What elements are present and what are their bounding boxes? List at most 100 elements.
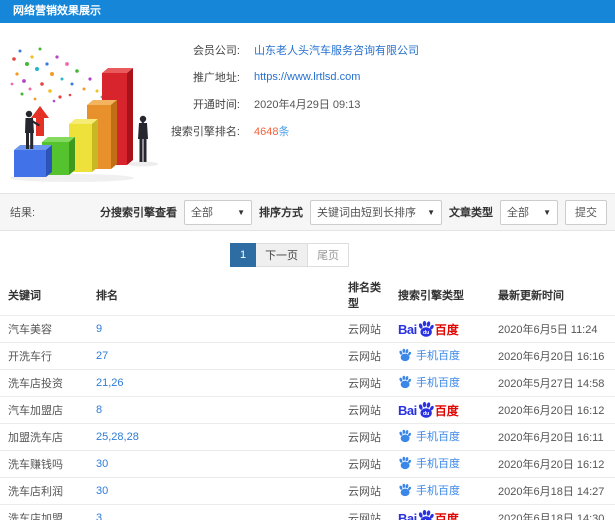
rank-type-cell: 云网站 bbox=[340, 504, 390, 520]
update-time-cell: 2020年6月20日 16:12 bbox=[490, 396, 615, 424]
company-link[interactable]: 山东老人头汽车服务咨询有限公司 bbox=[254, 42, 419, 58]
table-row: 加盟洗车店 25,28,28 云网站 手机百度 2020年6月20日 16:11 bbox=[0, 423, 615, 451]
rank-cell[interactable]: 3 bbox=[88, 504, 340, 520]
header-rank-type: 排名类型 bbox=[348, 282, 381, 310]
rank-cell[interactable]: 30 bbox=[88, 477, 340, 505]
engine-cell: Bai du 百度 bbox=[390, 396, 490, 424]
rank-count-number: 4648 bbox=[254, 125, 279, 138]
info-row-rank-count: 搜索引擎排名: 4648条 bbox=[150, 117, 419, 144]
engine-cell: 手机百度 bbox=[390, 450, 490, 478]
chevron-down-icon: ▼ bbox=[427, 207, 435, 217]
rank-cell[interactable]: 9 bbox=[88, 315, 340, 343]
pagination-page-1[interactable]: 1 bbox=[229, 243, 257, 267]
article-type-value: 全部 bbox=[507, 207, 529, 219]
figure-shadow bbox=[128, 161, 158, 167]
company-label: 会员公司: bbox=[192, 44, 240, 57]
baidu-paw-icon: du bbox=[418, 510, 434, 520]
keyword-cell: 洗车赚钱吗 bbox=[0, 450, 88, 478]
businessman-right bbox=[138, 115, 148, 162]
filter-bar: 结果: 分搜索引擎查看 全部 ▼ 排序方式 关键词由短到长排序 ▼ 文章类型 全… bbox=[0, 193, 615, 231]
engine-filter-label: 分搜索引擎查看 bbox=[100, 207, 177, 219]
mobile-baidu-logo: 手机百度 bbox=[398, 428, 460, 444]
engine-cell: 手机百度 bbox=[390, 342, 490, 370]
table-row: 洗车赚钱吗 30 云网站 手机百度 2020年6月20日 16:12 bbox=[0, 450, 615, 478]
engine-cell: 手机百度 bbox=[390, 423, 490, 451]
engine-cell: 手机百度 bbox=[390, 369, 490, 397]
article-type-label: 文章类型 bbox=[449, 207, 493, 219]
engine-cell: 手机百度 bbox=[390, 477, 490, 505]
keyword-cell: 汽车加盟店 bbox=[0, 396, 88, 424]
baidu-paw-icon bbox=[399, 456, 411, 470]
keyword-cell: 汽车美容 bbox=[0, 315, 88, 343]
rank-type-cell: 云网站 bbox=[340, 369, 390, 397]
svg-text:du: du bbox=[423, 411, 429, 417]
info-row-url: 推广地址: https://www.lrtlsd.com bbox=[150, 63, 419, 90]
baidu-paw-icon: du bbox=[418, 401, 434, 418]
chevron-down-icon: ▼ bbox=[237, 207, 245, 217]
info-section: 会员公司: 山东老人头汽车服务咨询有限公司 推广地址: https://www.… bbox=[0, 23, 615, 193]
rank-cell[interactable]: 21,26 bbox=[88, 369, 340, 397]
mobile-baidu-logo: 手机百度 bbox=[398, 347, 460, 363]
promotion-url-link[interactable]: https://www.lrtlsd.com bbox=[254, 71, 360, 83]
submit-button[interactable]: 提交 bbox=[565, 199, 607, 225]
rank-count-value: 4648条 bbox=[254, 123, 289, 139]
filter-controls: 分搜索引擎查看 全部 ▼ 排序方式 关键词由短到长排序 ▼ 文章类型 全部 ▼ … bbox=[100, 199, 607, 225]
baidu-paw-icon: du bbox=[418, 320, 434, 337]
baidu-paw-icon bbox=[399, 483, 411, 497]
rank-type-cell: 云网站 bbox=[340, 450, 390, 478]
header-update-time: 最新更新时间 bbox=[498, 290, 564, 302]
rank-type-cell: 云网站 bbox=[340, 477, 390, 505]
update-time-cell: 2020年6月18日 14:27 bbox=[490, 477, 615, 505]
table-row: 洗车店利润 30 云网站 手机百度 2020年6月18日 14:27 bbox=[0, 477, 615, 505]
results-table: 关键词 排名 排名类型 搜索引擎类型 最新更新时间 汽车美容 9 云网站 Bai… bbox=[0, 279, 615, 520]
header-engine-type: 搜索引擎类型 bbox=[398, 290, 464, 302]
rank-cell[interactable]: 30 bbox=[88, 450, 340, 478]
rank-type-cell: 云网站 bbox=[340, 423, 390, 451]
baidu-paw-icon bbox=[399, 429, 411, 443]
engine-filter-value: 全部 bbox=[191, 207, 213, 219]
page-title: 网络营销效果展示 bbox=[13, 5, 101, 17]
rank-cell[interactable]: 27 bbox=[88, 342, 340, 370]
sort-filter-value: 关键词由短到长排序 bbox=[317, 207, 416, 219]
article-type-select[interactable]: 全部 ▼ bbox=[500, 199, 558, 225]
baidu-logo: Bai du 百度 bbox=[398, 509, 459, 520]
table-row: 汽车美容 9 云网站 Bai du 百度 2020年6月5日 11:24 bbox=[0, 315, 615, 343]
svg-text:du: du bbox=[423, 330, 429, 336]
promotion-url-label: 推广地址: bbox=[192, 71, 240, 84]
rank-type-cell: 云网站 bbox=[340, 396, 390, 424]
table-row: 洗车店加盟 3 云网站 Bai du 百度 2020年6月18日 14:30 bbox=[0, 504, 615, 520]
result-label: 结果: bbox=[10, 207, 36, 219]
rank-cell[interactable]: 25,28,28 bbox=[88, 423, 340, 451]
header-bar: 网络营销效果展示 bbox=[0, 0, 615, 23]
engine-cell: Bai du 百度 bbox=[390, 504, 490, 520]
chevron-down-icon: ▼ bbox=[543, 207, 551, 217]
keyword-cell: 洗车店加盟 bbox=[0, 504, 88, 520]
keyword-cell: 洗车店利润 bbox=[0, 477, 88, 505]
baidu-logo: Bai du 百度 bbox=[398, 320, 459, 337]
table-row: 洗车店投资 21,26 云网站 手机百度 2020年5月27日 14:58 bbox=[0, 369, 615, 397]
table-row: 汽车加盟店 8 云网站 Bai du 百度 2020年6月20日 16:12 bbox=[0, 396, 615, 424]
rank-cell[interactable]: 8 bbox=[88, 396, 340, 424]
bar-blue bbox=[14, 145, 52, 177]
mobile-baidu-logo: 手机百度 bbox=[398, 482, 460, 498]
pagination-last-button[interactable]: 尾页 bbox=[308, 243, 350, 267]
engine-cell: Bai du 百度 bbox=[390, 315, 490, 343]
header-rank: 排名 bbox=[96, 290, 118, 302]
mobile-baidu-logo: 手机百度 bbox=[398, 455, 460, 471]
update-time-cell: 2020年6月20日 16:12 bbox=[490, 450, 615, 478]
keyword-cell: 洗车店投资 bbox=[0, 369, 88, 397]
rank-count-suffix: 条 bbox=[278, 125, 290, 138]
update-time-cell: 2020年6月20日 16:11 bbox=[490, 423, 615, 451]
open-time-label: 开通时间: bbox=[192, 98, 240, 111]
info-row-company: 会员公司: 山东老人头汽车服务咨询有限公司 bbox=[150, 36, 419, 63]
rank-count-label: 搜索引擎排名: bbox=[170, 125, 240, 138]
pagination: 1 下一页 尾页 bbox=[229, 243, 350, 267]
keyword-cell: 加盟洗车店 bbox=[0, 423, 88, 451]
update-time-cell: 2020年6月5日 11:24 bbox=[490, 315, 615, 343]
engine-filter-select[interactable]: 全部 ▼ bbox=[184, 199, 252, 225]
sort-filter-select[interactable]: 关键词由短到长排序 ▼ bbox=[310, 199, 442, 225]
pagination-wrap: 1 下一页 尾页 bbox=[0, 231, 597, 279]
baidu-paw-icon bbox=[399, 348, 411, 362]
pagination-next-button[interactable]: 下一页 bbox=[256, 243, 309, 267]
table-row: 开洗车行 27 云网站 手机百度 2020年6月20日 16:16 bbox=[0, 342, 615, 370]
